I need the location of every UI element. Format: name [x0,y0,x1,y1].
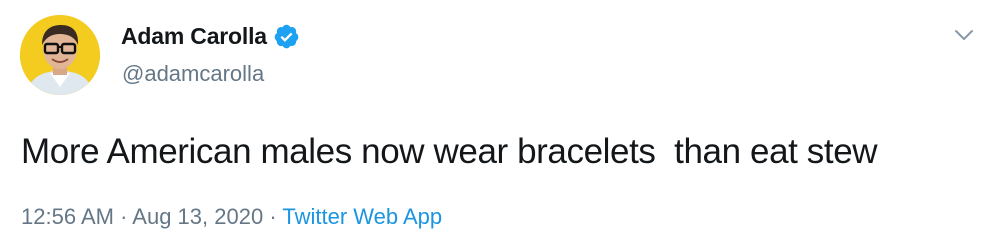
author-name[interactable]: Adam Carolla [121,22,267,50]
meta-separator: · [263,204,283,229]
chevron-down-icon[interactable] [952,25,976,45]
tweet-date[interactable]: Aug 13, 2020 [132,204,263,229]
author-name-row[interactable]: Adam Carolla [121,22,300,50]
tweet-source-link[interactable]: Twitter Web App [282,204,442,229]
avatar[interactable] [20,15,100,95]
tweet-card: Adam Carolla @adamcarolla More American … [0,0,1000,252]
meta-separator: · [113,204,133,229]
author-handle[interactable]: @adamcarolla [122,60,264,88]
verified-badge-icon [273,23,300,50]
avatar-photo [20,15,100,95]
tweet-meta: 12:56 AM · Aug 13, 2020 · Twitter Web Ap… [21,202,442,232]
tweet-time[interactable]: 12:56 AM [21,204,114,229]
tweet-text: More American males now wear bracelets t… [21,132,878,171]
